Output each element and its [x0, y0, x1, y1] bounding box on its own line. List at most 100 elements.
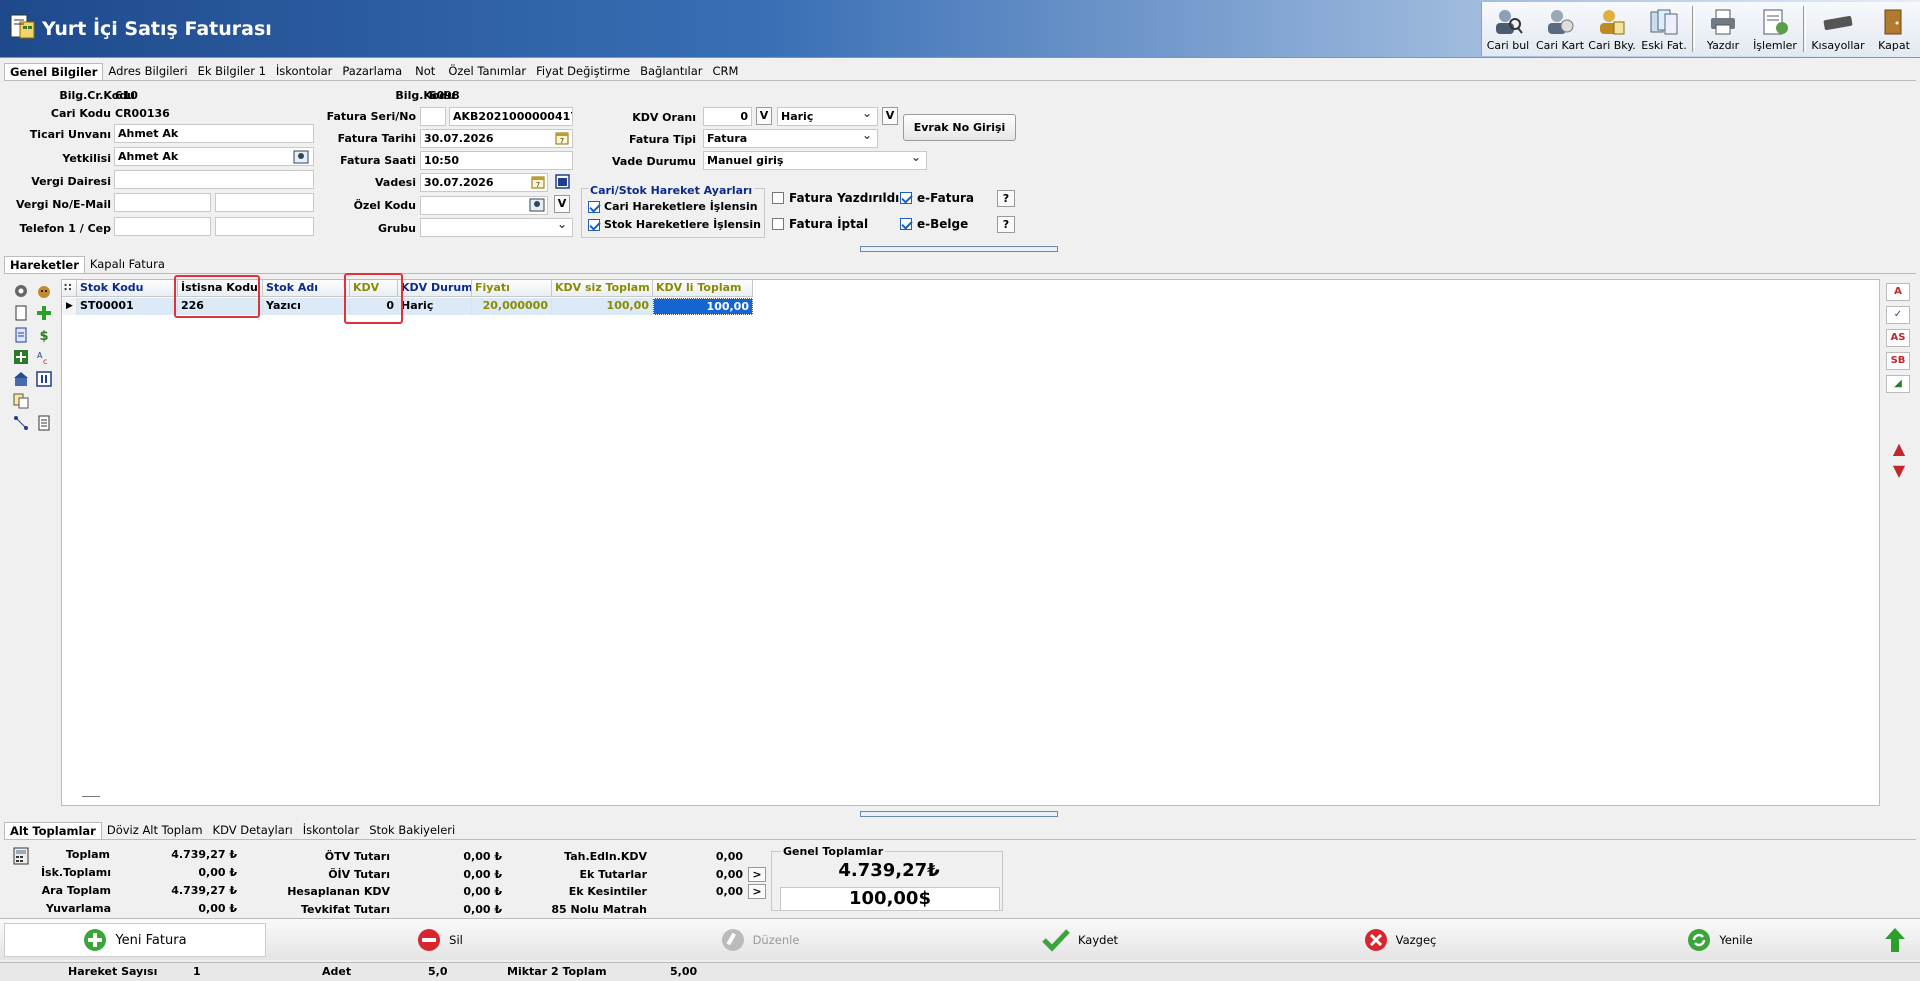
move-down-icon[interactable]: ▼	[1886, 460, 1912, 482]
lookup-card-icon[interactable]	[529, 198, 545, 212]
tool-sb-button[interactable]: SB	[1886, 352, 1910, 370]
calendar-icon[interactable]: 7	[555, 131, 569, 145]
contact-card-icon[interactable]	[293, 150, 309, 164]
spell-check-icon[interactable]: ✓	[1886, 306, 1910, 324]
ticari-unvan-field[interactable]: Ahmet Ak	[114, 124, 314, 143]
cell-kdv-durumu[interactable]: Hariç	[398, 298, 472, 315]
fatura-tarihi-field[interactable]: 30.07.2026	[420, 129, 573, 148]
tab-iskontolar[interactable]: İskontolar	[271, 63, 337, 81]
kdv-haric-select[interactable]: Hariç	[777, 107, 878, 126]
tab-kdv-detaylari[interactable]: KDV Detayları	[208, 822, 298, 840]
warehouse-icon[interactable]	[13, 371, 29, 387]
ek-kesintiler-arrow-button[interactable]: >	[748, 884, 766, 899]
kisayollar-button[interactable]: Kısayollar	[1808, 2, 1868, 56]
cell-fiyati[interactable]: 20,000000	[472, 298, 552, 315]
vergi-dairesi-field[interactable]	[114, 170, 314, 189]
tab-doviz-alt-toplam[interactable]: Döviz Alt Toplam	[102, 822, 208, 840]
cari-bul-button[interactable]: Cari bul	[1482, 2, 1534, 56]
cell-stok-adi[interactable]: Yazıcı	[263, 298, 350, 315]
kapat-button[interactable]: Kapat	[1868, 2, 1920, 56]
vazgec-button[interactable]: Vazgeç	[1340, 923, 1460, 957]
e-fatura-help-button[interactable]: ?	[997, 190, 1015, 207]
grubu-select[interactable]	[420, 218, 573, 237]
tab-hareketler[interactable]: Hareketler	[4, 256, 85, 274]
kdv-haric-v-button[interactable]: V	[882, 107, 898, 125]
kdv-orani-field[interactable]: 0	[703, 107, 752, 126]
tab-iskontolar-bottom[interactable]: İskontolar	[298, 822, 364, 840]
tab-fiyat-degistirme[interactable]: Fiyat Değiştirme	[531, 63, 635, 81]
move-up-icon[interactable]: ▲	[1886, 438, 1912, 460]
tab-stok-bakiyeleri[interactable]: Stok Bakiyeleri	[364, 822, 460, 840]
add-plus-icon[interactable]	[36, 305, 52, 321]
add-box-icon[interactable]	[13, 349, 29, 365]
yetkili-field[interactable]: Ahmet Ak	[114, 147, 314, 166]
yazdir-button[interactable]: Yazdır	[1697, 2, 1749, 56]
col-kdv-siz-toplam[interactable]: KDV siz Toplam	[552, 280, 653, 297]
e-belge-help-button[interactable]: ?	[997, 216, 1015, 233]
calendar-range-icon[interactable]	[555, 174, 570, 189]
chart-icon[interactable]: ◢	[1886, 375, 1910, 393]
col-kdv-durumu[interactable]: KDV Durumu	[398, 280, 472, 297]
fatura-seri-field[interactable]	[420, 107, 446, 126]
yeni-fatura-button[interactable]: Yeni Fatura	[4, 923, 266, 957]
cep-field[interactable]	[215, 217, 314, 236]
kaydet-button[interactable]: Kaydet	[1020, 923, 1140, 957]
col-stok-kodu[interactable]: Stok Kodu	[77, 280, 178, 297]
cari-hareket-checkbox[interactable]	[588, 201, 600, 213]
tab-not[interactable]: Not	[407, 63, 443, 81]
fatura-no-field[interactable]: AKB2021000000417	[449, 107, 573, 126]
e-fatura-checkbox[interactable]	[900, 192, 912, 204]
copy-icon[interactable]	[13, 393, 29, 409]
report-icon[interactable]	[36, 415, 52, 431]
cari-kart-button[interactable]: Cari Kart	[1534, 2, 1586, 56]
cell-stok-kodu[interactable]: ST00001	[77, 298, 178, 315]
cell-kdv-siz-toplam[interactable]: 100,00	[552, 298, 653, 315]
tab-ozel-tanimlar[interactable]: Özel Tanımlar	[443, 63, 531, 81]
new-document-icon[interactable]	[13, 305, 29, 321]
animal-icon[interactable]	[36, 283, 52, 299]
document-list-icon[interactable]	[13, 327, 29, 343]
fatura-tipi-select[interactable]: Fatura	[703, 129, 878, 148]
dollar-icon[interactable]: $	[36, 327, 52, 343]
duzenle-button[interactable]: Düzenle	[700, 923, 820, 957]
lower-splitter[interactable]	[860, 811, 1058, 817]
tool-a-button[interactable]: A	[1886, 283, 1910, 301]
tab-ek-bilgiler[interactable]: Ek Bilgiler 1	[193, 63, 271, 81]
kdv-orani-v-button[interactable]: V	[756, 107, 772, 125]
settings-gear-icon[interactable]	[13, 283, 29, 299]
fatura-yazdirildi-checkbox[interactable]	[772, 192, 784, 204]
email-field[interactable]	[215, 193, 314, 212]
calendar-icon[interactable]: 7	[531, 175, 545, 189]
vade-durumu-select[interactable]: Manuel giriş	[703, 151, 927, 170]
tab-kapali-fatura[interactable]: Kapalı Fatura	[85, 256, 170, 274]
upper-splitter[interactable]	[860, 246, 1058, 252]
evrak-no-button[interactable]: Evrak No Girişi	[903, 114, 1016, 141]
telefon-field[interactable]	[114, 217, 211, 236]
text-replace-icon[interactable]: Ac	[36, 349, 52, 365]
arrow-up-icon[interactable]	[1884, 927, 1906, 953]
network-icon[interactable]	[13, 415, 29, 431]
cari-bky-button[interactable]: Cari Bky.	[1586, 2, 1638, 56]
e-belge-checkbox[interactable]	[900, 218, 912, 230]
eski-fat-button[interactable]: Eski Fat.	[1638, 2, 1690, 56]
tab-pazarlama[interactable]: Pazarlama	[337, 63, 407, 81]
tab-adres-bilgileri[interactable]: Adres Bilgileri	[103, 63, 192, 81]
tab-genel-bilgiler[interactable]: Genel Bilgiler	[4, 63, 104, 81]
col-stok-adi[interactable]: Stok Adı	[263, 280, 350, 297]
fatura-iptal-checkbox[interactable]	[772, 218, 784, 230]
tab-alt-toplamlar[interactable]: Alt Toplamlar	[4, 822, 102, 840]
tool-as-button[interactable]: AS	[1886, 329, 1910, 347]
col-kdv-li-toplam[interactable]: KDV li Toplam	[653, 280, 753, 297]
ek-tutarlar-arrow-button[interactable]: >	[748, 867, 766, 882]
pause-box-icon[interactable]	[36, 371, 52, 387]
islemler-button[interactable]: İşlemler	[1749, 2, 1801, 56]
vadesi-field[interactable]: 30.07.2026	[420, 173, 548, 192]
yenile-button[interactable]: Yenile	[1660, 923, 1780, 957]
tab-baglantilar[interactable]: Bağlantılar	[635, 63, 707, 81]
tab-crm[interactable]: CRM	[708, 63, 744, 81]
cell-kdv-li-toplam[interactable]: 100,00	[653, 298, 753, 315]
vergi-no-field[interactable]	[114, 193, 211, 212]
ozel-kod-v-button[interactable]: V	[554, 195, 570, 213]
stok-hareket-checkbox[interactable]	[588, 219, 600, 231]
sil-button[interactable]: Sil	[380, 923, 500, 957]
